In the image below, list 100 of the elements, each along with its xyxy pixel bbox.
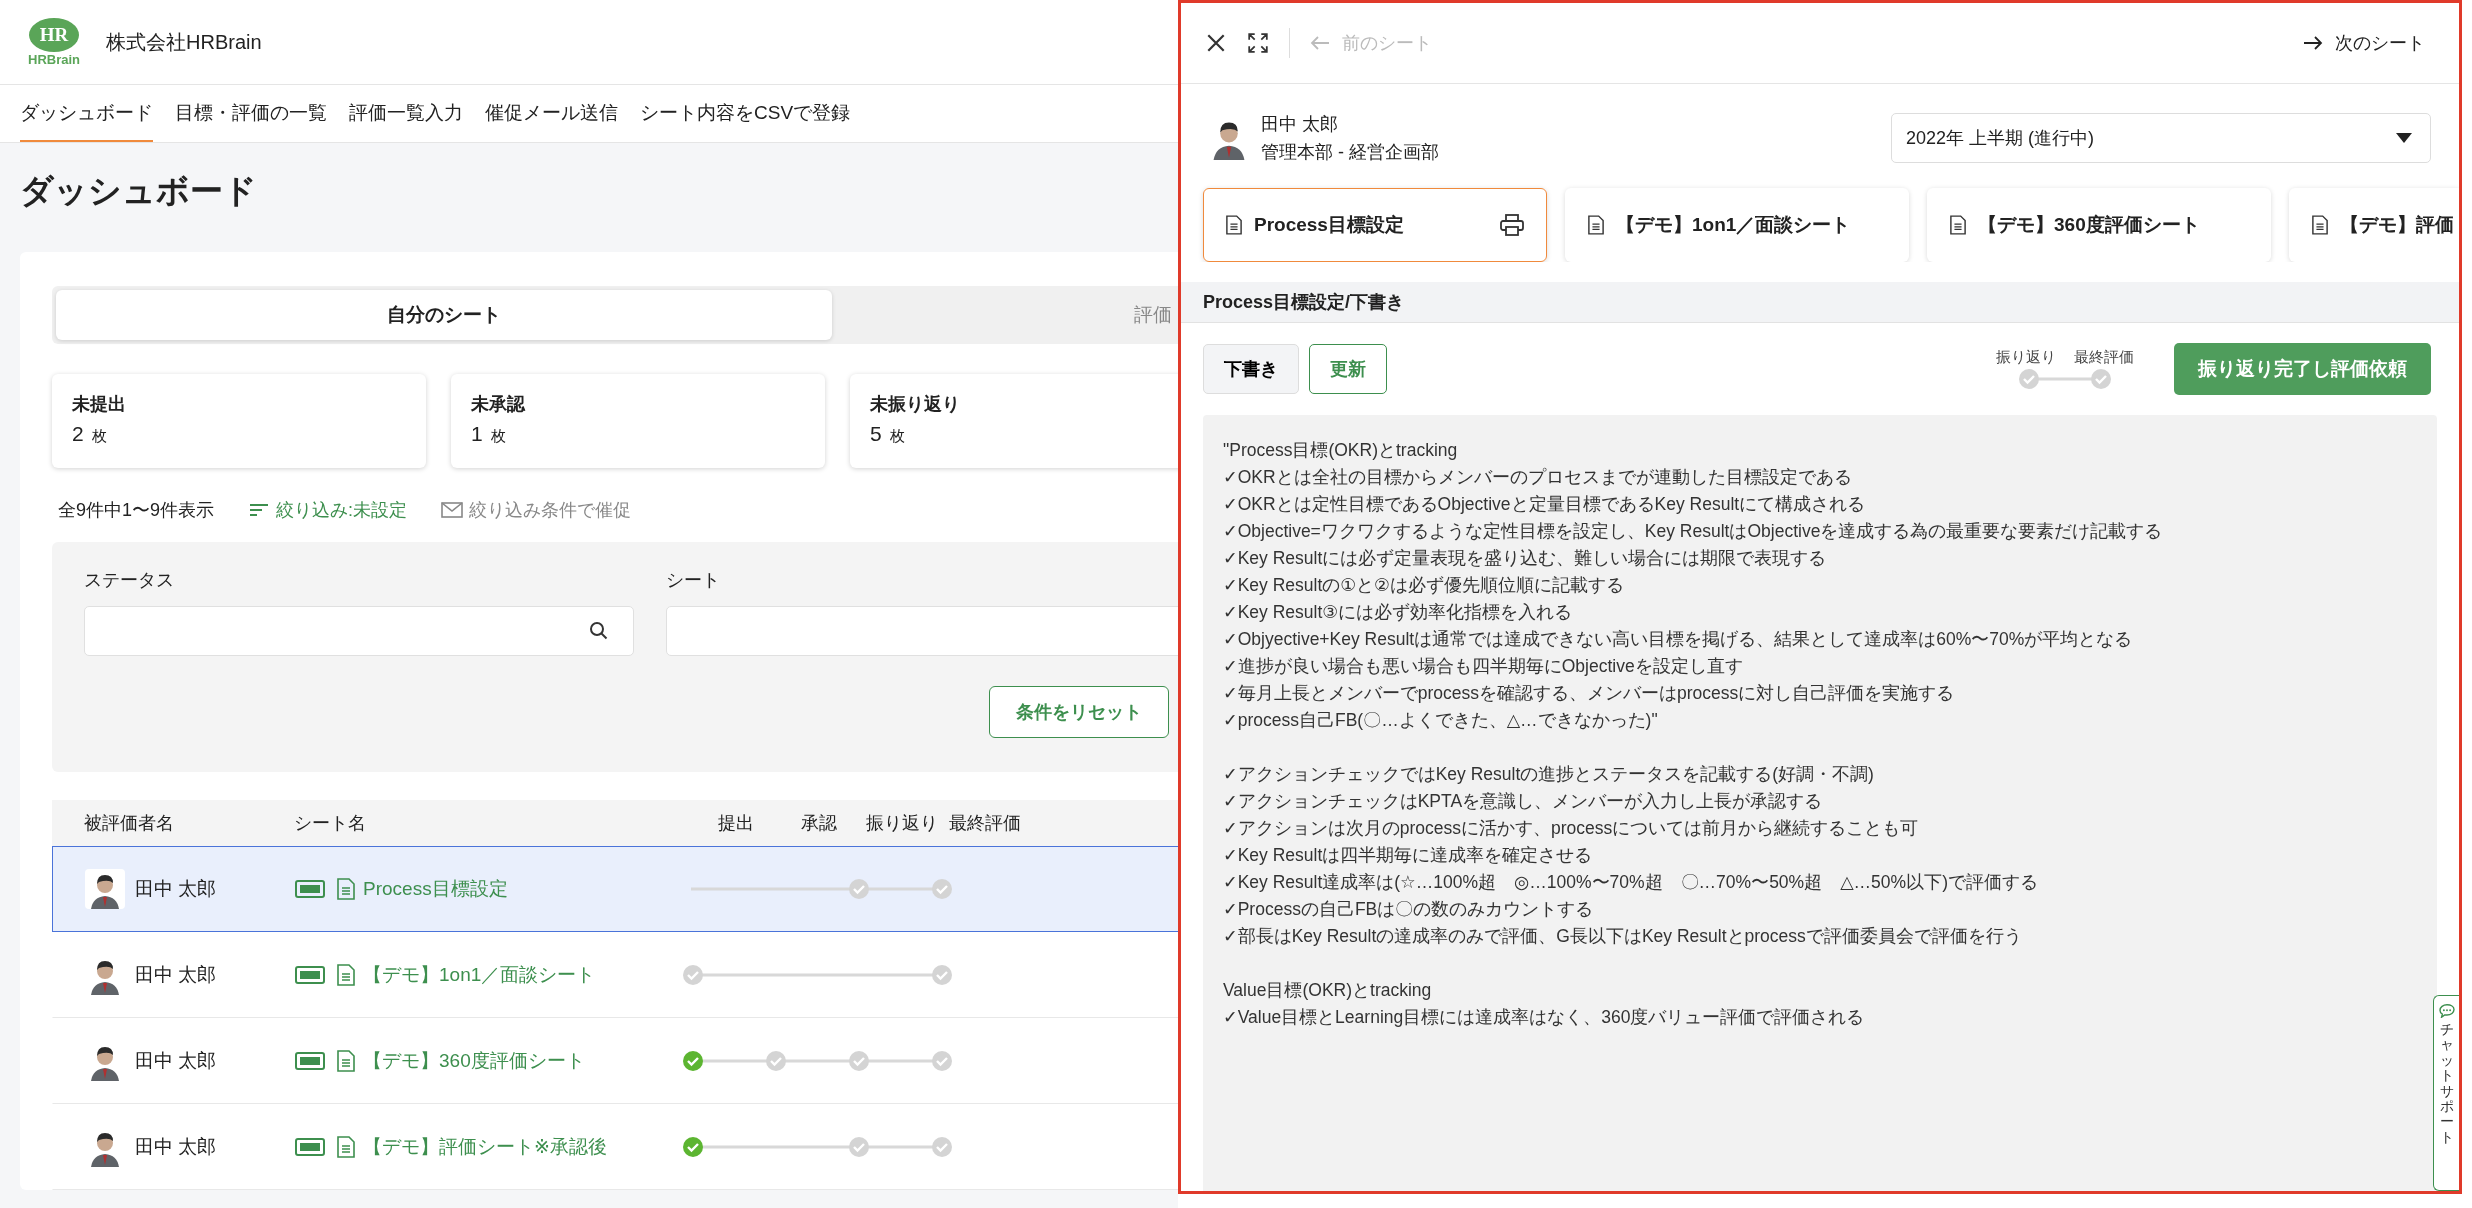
stat-count: 2: [72, 422, 84, 446]
document-icon: [337, 1136, 355, 1158]
stat-card[interactable]: 未承認 1 枚: [451, 374, 825, 468]
nav-tab[interactable]: 目標・評価の一覧: [175, 85, 327, 142]
status-button[interactable]: 下書き: [1203, 344, 1299, 394]
check-pending-icon: [683, 965, 703, 985]
check-pending-icon: [932, 879, 952, 899]
column-header: 被評価者名: [83, 812, 175, 835]
stat-count: 1: [471, 422, 483, 446]
check-pending-icon: [932, 1051, 952, 1071]
nav-tab[interactable]: ダッシュボード: [20, 85, 153, 142]
person-name: 田中 太郎: [135, 877, 217, 901]
document-icon: [1226, 215, 1242, 235]
sheet-link[interactable]: Process目標設定: [363, 876, 508, 902]
stat-card[interactable]: 未振り返り 5 枚: [850, 374, 1178, 468]
sheet-tab[interactable]: 【デモ】1on1／面談シート: [1565, 188, 1909, 262]
content-line: ✓Objyective+Key Resultは通常では達成できない高い目標を掲げる、結果として達成率は60%〜70%が平均となる: [1223, 628, 2133, 651]
nav-tab[interactable]: シート内容をCSVで登録: [640, 85, 851, 142]
check-done-icon: [683, 1051, 703, 1071]
update-button[interactable]: 更新: [1309, 344, 1387, 394]
content-line: ✓OKRとは全社の目標からメンバーのプロセスまでが連動した目標設定である: [1223, 466, 1852, 489]
search-field[interactable]: [84, 606, 634, 656]
document-icon: [2312, 215, 2328, 235]
stat-unit: 枚: [91, 427, 107, 446]
check-pending-icon: [2019, 368, 2039, 389]
content-line: ✓部長はKey Resultの達成率のみで評価、G長以下はKey Resultとprocessで評価委員会で評価を行う: [1223, 925, 2022, 948]
chat-support-tab[interactable]: チャットサポート: [2433, 995, 2459, 1191]
column-header: 振り返り: [864, 812, 939, 835]
person-name: 田中 太郎: [135, 963, 217, 987]
stat-label: 未提出: [72, 393, 126, 416]
check-pending-icon: [849, 879, 869, 899]
content-line: ✓進捗が良い場合も悪い場合も四半期毎にObjectiveを設定し直す: [1223, 655, 1743, 678]
document-icon: [1588, 215, 1604, 235]
result-count: 全9件中1〜9件表示: [58, 499, 215, 522]
stat-card[interactable]: 未提出 2 枚: [52, 374, 426, 468]
search-icon: [589, 621, 609, 641]
content-line: ✓Processの自己FBは〇の数のみカウントする: [1223, 898, 1594, 921]
screen-icon: [295, 1138, 325, 1156]
content-line: ✓Key Result③には必ず効率化指標を入れる: [1223, 601, 1572, 624]
check-done-icon: [683, 1137, 703, 1157]
field-label: ステータス: [84, 569, 174, 592]
logo-text: HRBrain: [28, 51, 80, 67]
sheet-tab[interactable]: Process目標設定: [1203, 188, 1547, 262]
stat-unit: 枚: [490, 427, 506, 446]
chat-icon: [2438, 1004, 2455, 1018]
step-label: 振り返り: [1996, 347, 2056, 367]
table-row[interactable]: 田中 太郎 Process目標設定: [52, 846, 1178, 932]
sheet-tab[interactable]: 【デモ】評価: [2289, 188, 2459, 262]
mail-icon: [441, 502, 464, 518]
page-title: ダッシュボード: [20, 171, 258, 211]
screen-icon: [295, 966, 325, 984]
step-label: 最終評価: [2074, 347, 2134, 367]
view-tab[interactable]: 自分のシート: [56, 290, 832, 340]
person-name: 田中 太郎: [135, 1135, 217, 1159]
filter-link[interactable]: 絞り込み:未設定: [276, 498, 408, 522]
remind-link[interactable]: 絞り込み条件で催促: [469, 498, 632, 522]
content-line: ✓Key Resultの①と②は必ず優先順位順に記載する: [1223, 574, 1624, 597]
column-header: 提出: [716, 812, 755, 835]
check-pending-icon: [849, 1051, 869, 1071]
close-icon[interactable]: [1205, 32, 1227, 54]
sheet-link[interactable]: 【デモ】360度評価シート: [363, 1048, 585, 1074]
check-pending-icon: [849, 1137, 869, 1157]
expand-icon[interactable]: [1247, 32, 1269, 54]
nav-tab[interactable]: 催促メール送信: [485, 85, 618, 142]
user-name: 田中 太郎: [1261, 113, 1338, 136]
content-line: ✓Key Result達成率は(☆…100%超 ◎…100%〜70%超 〇…70%〜50%超 △…50%以下)で評価する: [1223, 871, 2038, 894]
department: 管理本部 - 経営企画部: [1261, 141, 1439, 164]
check-pending-icon: [2091, 368, 2111, 389]
field-label: シート: [666, 569, 720, 592]
nav-tab[interactable]: 評価一覧入力: [349, 85, 463, 142]
column-header: シート名: [294, 812, 367, 835]
arrow-left-icon: [1310, 35, 1330, 51]
content-line: "Process目標(OKR)とtracking: [1223, 439, 1458, 462]
screen-icon: [295, 880, 325, 898]
search-field[interactable]: [666, 606, 1178, 656]
check-pending-icon: [932, 965, 952, 985]
arrow-right-icon: [2303, 35, 2323, 51]
sheet-link[interactable]: 【デモ】評価シート※承認後: [363, 1134, 607, 1160]
period-dropdown[interactable]: 2022年 上半期 (進行中): [1891, 113, 2431, 163]
avatar-icon: [85, 869, 125, 909]
section-title: Process目標設定/下書き: [1203, 291, 1405, 314]
stat-label: 未振り返り: [870, 393, 960, 416]
column-header: 承認: [799, 812, 838, 835]
check-pending-icon: [932, 1137, 952, 1157]
check-pending-icon: [766, 1051, 786, 1071]
printer-icon[interactable]: [1500, 214, 1524, 236]
document-icon: [337, 964, 355, 986]
person-name: 田中 太郎: [135, 1049, 217, 1073]
stat-label: 未承認: [471, 393, 525, 416]
content-line: ✓Objective=ワクワクするような定性目標を設定し、Key ResultはObjectiveを達成する為の最重要な要素だけ記載する: [1223, 520, 2163, 543]
next-sheet-link[interactable]: 次のシート: [2303, 31, 2425, 55]
content-line: ✓アクションチェックはKPTAを意識し、メンバーが入力し上長が承認する: [1223, 790, 1823, 813]
sheet-link[interactable]: 【デモ】1on1／面談シート: [363, 962, 596, 988]
content-line: ✓Value目標とLearning目標には達成率はなく、360度バリュー評価で評価される: [1223, 1006, 1865, 1029]
stat-unit: 枚: [889, 427, 905, 446]
caret-icon: [2396, 133, 2412, 143]
sheet-tab[interactable]: 【デモ】360度評価シート: [1927, 188, 2271, 262]
reset-button[interactable]: 条件をリセット: [989, 686, 1169, 738]
document-icon: [1950, 215, 1966, 235]
company-name: 株式会社HRBrain: [106, 29, 262, 55]
